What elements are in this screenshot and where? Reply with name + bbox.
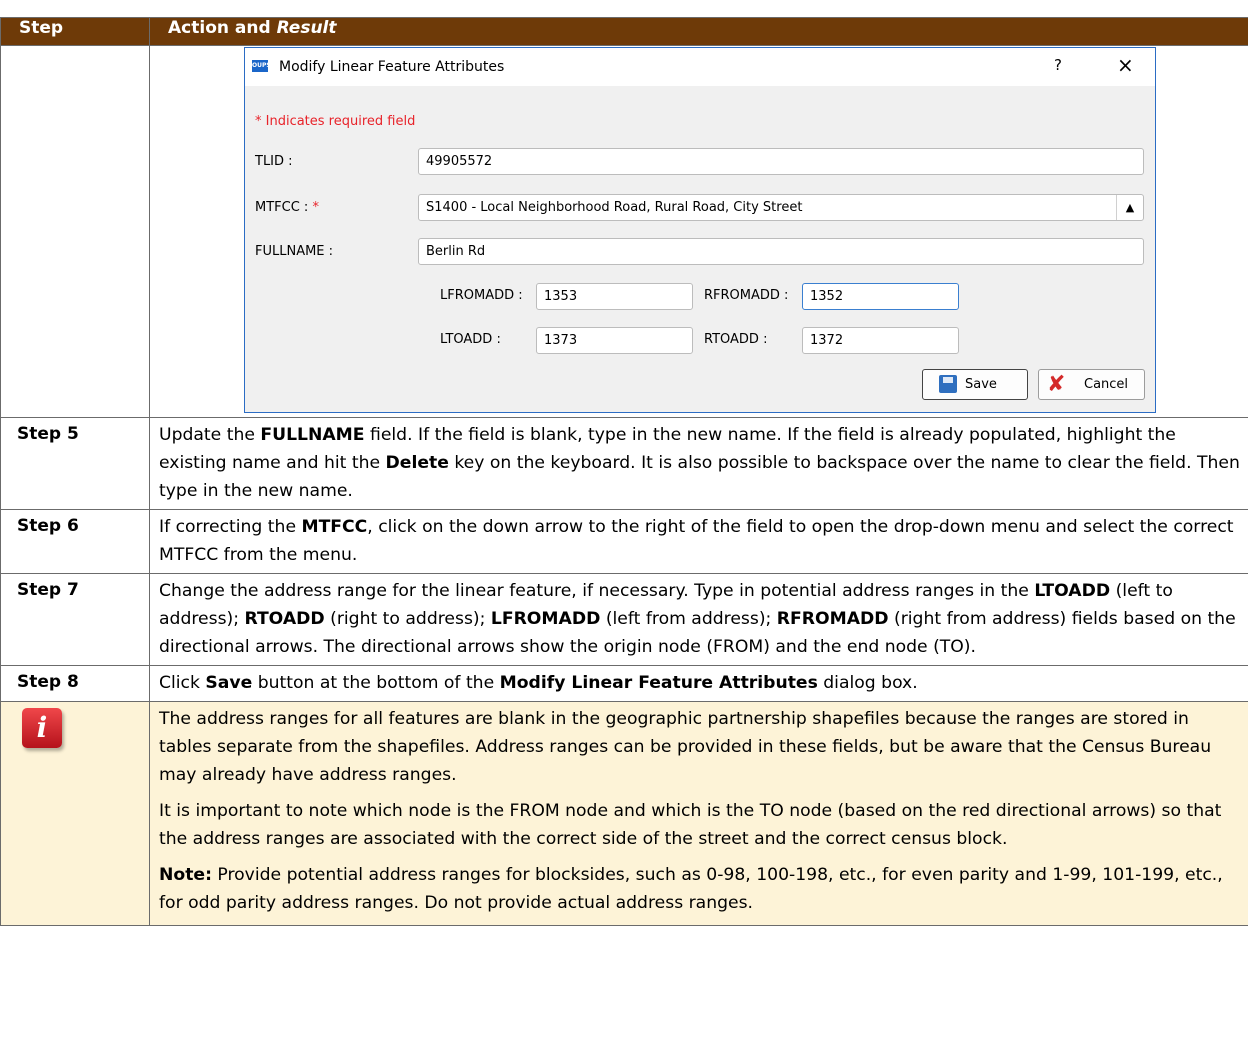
- save-icon: [939, 375, 957, 393]
- close-icon[interactable]: ×: [1117, 53, 1134, 77]
- dialog-titlebar: OUPS Modify Linear Feature Attributes ? …: [245, 48, 1155, 86]
- app-icon: OUPS: [252, 60, 271, 72]
- header-action: Action and Result: [149, 17, 1248, 46]
- step-6-text: If correcting the MTFCC, click on the do…: [149, 509, 1248, 574]
- step-label: Step 6: [0, 509, 150, 574]
- step-label: Step 8: [0, 665, 150, 702]
- tlid-label: TLID :: [255, 154, 293, 169]
- save-button[interactable]: Save: [922, 369, 1028, 400]
- screenshot-row: OUPS Modify Linear Feature Attributes ? …: [0, 45, 1248, 418]
- tlid-field[interactable]: 49905572: [418, 148, 1144, 175]
- info-icon: i: [22, 708, 62, 748]
- fullname-label: FULLNAME :: [255, 244, 334, 259]
- mtfcc-label: MTFCC : *: [255, 200, 319, 215]
- screenshot-step-cell: [0, 45, 150, 418]
- lfromadd-field[interactable]: 1353: [536, 283, 693, 310]
- ltoadd-label: LTOADD :: [440, 332, 501, 347]
- rfromadd-label: RFROMADD :: [704, 288, 789, 303]
- mtfcc-selected-value: S1400 - Local Neighborhood Road, Rural R…: [426, 200, 803, 215]
- note-text: The address ranges for all features are …: [149, 701, 1248, 926]
- note-paragraph: Note: Provide potential address ranges f…: [159, 865, 1223, 913]
- header-result-text: Result: [276, 18, 337, 38]
- cancel-button[interactable]: ✘ Cancel: [1038, 369, 1145, 400]
- help-icon[interactable]: ?: [1054, 56, 1062, 74]
- step-8-text: Click Save button at the bottom of the M…: [149, 665, 1248, 702]
- step-7-text: Change the address range for the linear …: [149, 573, 1248, 666]
- step-row: Step 5 Update the FULLNAME field. If the…: [0, 417, 1248, 510]
- step-5-text: Update the FULLNAME field. If the field …: [149, 417, 1248, 510]
- modify-linear-feature-dialog: OUPS Modify Linear Feature Attributes ? …: [244, 47, 1156, 413]
- cropped-heading: [0, 0, 1248, 14]
- dialog-title: Modify Linear Feature Attributes: [279, 59, 505, 75]
- mtfcc-label-text: MTFCC :: [255, 200, 313, 215]
- note-paragraph: The address ranges for all features are …: [159, 709, 1212, 785]
- ltoadd-field[interactable]: 1373: [536, 327, 693, 354]
- step-row: Step 7 Change the address range for the …: [0, 573, 1248, 666]
- screenshot-cell: OUPS Modify Linear Feature Attributes ? …: [149, 45, 1248, 418]
- required-star: *: [312, 200, 319, 215]
- step-row: Step 8 Click Save button at the bottom o…: [0, 665, 1248, 702]
- step-row: Step 6 If correcting the MTFCC, click on…: [0, 509, 1248, 574]
- step-label: Step 7: [0, 573, 150, 666]
- required-field-note: * Indicates required field: [255, 114, 416, 129]
- note-row: i The address ranges for all features ar…: [0, 701, 1248, 926]
- rtoadd-label: RTOADD :: [704, 332, 768, 347]
- cancel-x-icon: ✘: [1047, 372, 1066, 397]
- lfromadd-label: LFROMADD :: [440, 288, 523, 303]
- cancel-label: Cancel: [1084, 377, 1129, 392]
- rtoadd-field[interactable]: 1372: [802, 327, 959, 354]
- header-action-text: Action and: [168, 18, 277, 38]
- mtfcc-select[interactable]: S1400 - Local Neighborhood Road, Rural R…: [418, 194, 1144, 221]
- steps-table: Step Action and Result OUPS Modify Linea…: [0, 17, 1248, 926]
- updown-arrow-icon[interactable]: ▲: [1116, 195, 1143, 220]
- header-step: Step: [0, 17, 150, 46]
- fullname-field[interactable]: Berlin Rd: [418, 238, 1144, 265]
- step-label: Step 5: [0, 417, 150, 510]
- note-icon-cell: i: [0, 701, 150, 926]
- note-paragraph: It is important to note which node is th…: [159, 801, 1222, 849]
- rfromadd-field[interactable]: 1352: [802, 283, 959, 310]
- save-label: Save: [965, 377, 997, 392]
- table-header-row: Step Action and Result: [0, 17, 1248, 46]
